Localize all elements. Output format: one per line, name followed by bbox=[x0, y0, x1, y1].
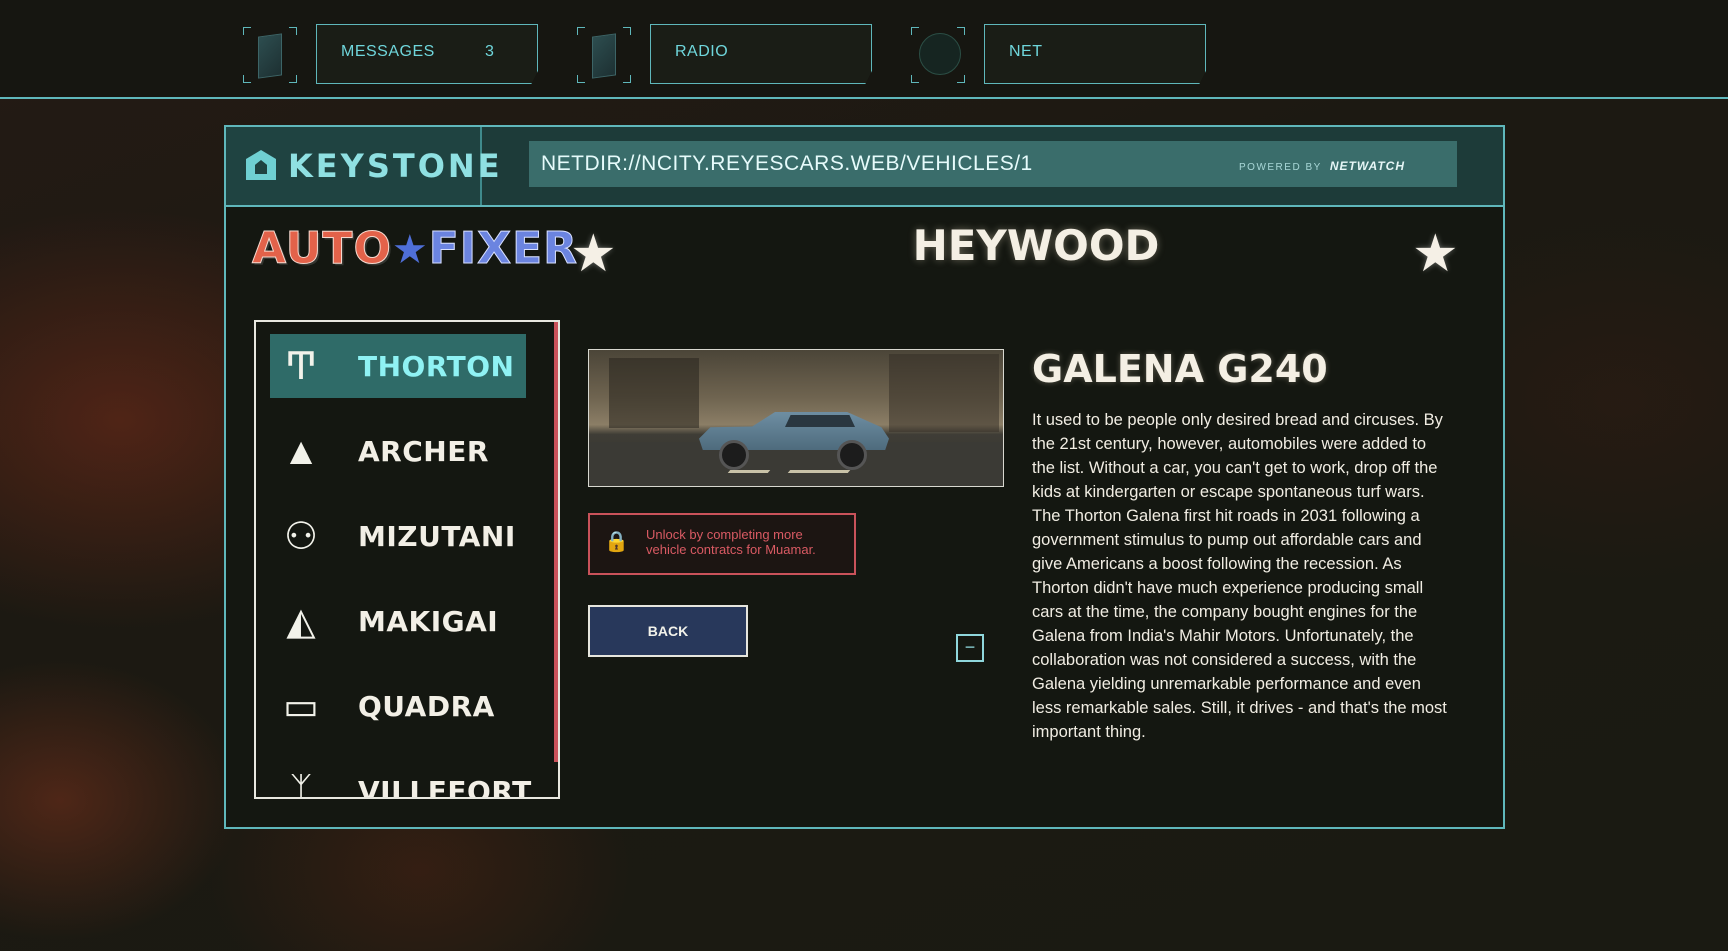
collapse-icon[interactable]: − bbox=[956, 634, 984, 662]
manufacturer-item-villefort[interactable]: ᛉ VILLEFORT bbox=[270, 759, 532, 799]
archer-logo-icon: ▲ bbox=[282, 431, 320, 473]
net-label: NET bbox=[1009, 43, 1043, 60]
back-button[interactable]: BACK bbox=[588, 605, 748, 657]
manufacturer-label: VILLEFORT bbox=[358, 775, 532, 799]
autofixer-logo[interactable]: AUTO★FIXER bbox=[252, 223, 579, 275]
brand-fixer: FIXER bbox=[428, 223, 579, 275]
manufacturer-item-makigai[interactable]: ◭ MAKIGAI bbox=[270, 589, 526, 653]
locked-notice: 🔒 Unlock by completing more vehicle cont… bbox=[588, 513, 856, 575]
browser-window: KEYSTONE NETDIR://NCITY.REYESCARS.WEB/VE… bbox=[224, 125, 1505, 829]
villefort-logo-icon: ᛉ bbox=[289, 771, 313, 799]
brand-auto: AUTO bbox=[252, 223, 392, 275]
messages-button[interactable]: MESSAGES 3 bbox=[316, 24, 538, 84]
keystone-logo[interactable]: KEYSTONE bbox=[226, 127, 500, 205]
right-star-icon: ★ bbox=[1412, 225, 1459, 283]
list-scrollbar[interactable] bbox=[554, 322, 558, 762]
vehicle-image bbox=[588, 349, 1004, 487]
manufacturer-label: MAKIGAI bbox=[358, 605, 499, 638]
messages-label: MESSAGES bbox=[341, 43, 435, 60]
brand-star-icon: ★ bbox=[391, 227, 429, 273]
keystone-house-icon bbox=[246, 150, 276, 180]
keystone-logo-text: KEYSTONE bbox=[288, 147, 503, 185]
net-button[interactable]: NET bbox=[984, 24, 1206, 84]
radio-device-icon[interactable] bbox=[576, 26, 632, 84]
url-text: NETDIR://NCITY.REYESCARS.WEB/VEHICLES/1 bbox=[541, 152, 1033, 175]
quadra-logo-icon: ▭ bbox=[283, 686, 319, 728]
netwatch-logo: NETWATCH bbox=[1329, 159, 1405, 173]
manufacturer-item-quadra[interactable]: ▭ QUADRA bbox=[270, 674, 526, 738]
left-star-icon: ★ bbox=[570, 225, 617, 283]
vehicle-description: It used to be people only desired bread … bbox=[1032, 411, 1447, 741]
manufacturer-label: ARCHER bbox=[358, 435, 489, 468]
manufacturer-label: THORTON bbox=[358, 350, 515, 383]
address-bar[interactable]: NETDIR://NCITY.REYESCARS.WEB/VEHICLES/1 … bbox=[529, 141, 1457, 187]
page-title: HEYWOOD bbox=[912, 221, 1160, 270]
manufacturer-label: QUADRA bbox=[358, 690, 495, 723]
messages-device-icon[interactable] bbox=[242, 26, 298, 84]
radio-button[interactable]: RADIO bbox=[650, 24, 872, 84]
top-bar: MESSAGES 3 RADIO NET bbox=[0, 0, 1728, 99]
messages-count: 3 bbox=[485, 43, 494, 60]
manufacturer-label: MIZUTANI bbox=[358, 520, 516, 553]
powered-by-prefix: POWERED BY bbox=[1239, 162, 1322, 173]
manufacturer-list[interactable]: Ͳ THORTON ▲ ARCHER ⚇ MIZUTANI ◭ MAKIGAI … bbox=[254, 320, 560, 799]
browser-header: KEYSTONE NETDIR://NCITY.REYESCARS.WEB/VE… bbox=[226, 127, 1503, 207]
makigai-logo-icon: ◭ bbox=[286, 601, 316, 643]
net-status-icon[interactable] bbox=[910, 26, 966, 84]
manufacturer-item-archer[interactable]: ▲ ARCHER bbox=[270, 419, 526, 483]
lock-icon: 🔒 bbox=[604, 531, 629, 553]
lock-message: Unlock by completing more vehicle contra… bbox=[646, 527, 816, 557]
powered-by: POWERED BY NETWATCH bbox=[1239, 159, 1405, 173]
mizutani-logo-icon: ⚇ bbox=[283, 516, 319, 558]
vehicle-name: GALENA G240 bbox=[1032, 347, 1328, 391]
radio-label: RADIO bbox=[675, 43, 729, 60]
manufacturer-item-mizutani[interactable]: ⚇ MIZUTANI bbox=[270, 504, 526, 568]
thorton-logo-icon: Ͳ bbox=[284, 346, 318, 388]
manufacturer-item-thorton[interactable]: Ͳ THORTON bbox=[270, 334, 526, 398]
